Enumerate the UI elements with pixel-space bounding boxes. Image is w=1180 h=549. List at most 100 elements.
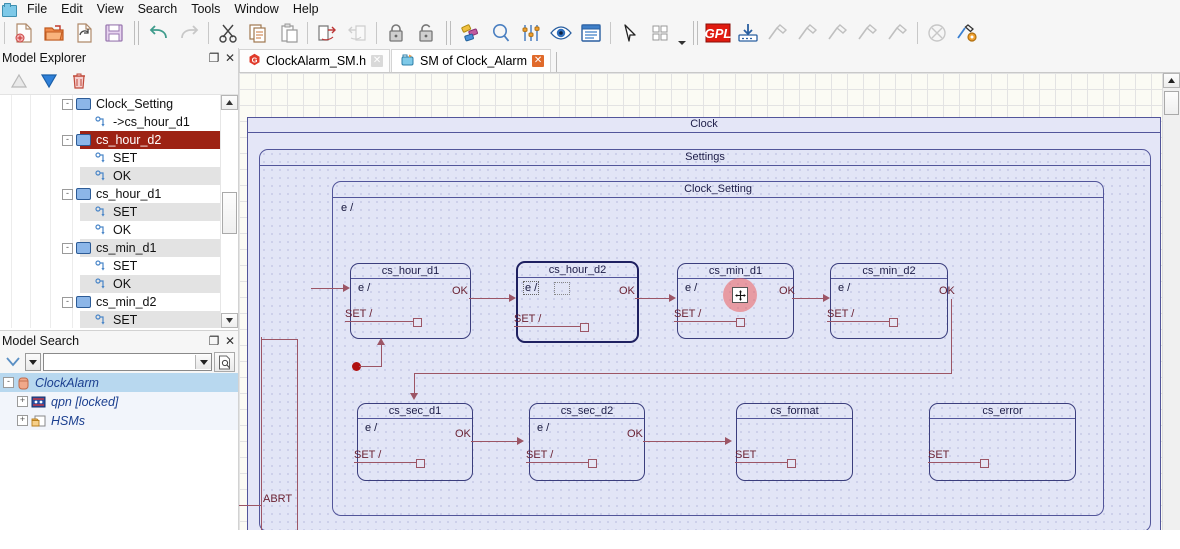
transition-line[interactable] [311, 288, 345, 289]
model-search-restore-button[interactable]: ❐ [206, 333, 222, 349]
lock-icon[interactable] [381, 19, 411, 47]
tree-item-cs_min_d1[interactable]: - cs_min_d1 [0, 239, 238, 257]
dropdown-arrow-icon[interactable] [25, 353, 41, 371]
tab-sm-of-clock-alarm[interactable]: SM of Clock_Alarm ✕ [391, 49, 552, 72]
build-hammer-3-icon[interactable] [823, 19, 853, 47]
undo-icon[interactable] [144, 19, 174, 47]
model-explorer-tree[interactable]: - Clock_Setting ->cs_hour_d1 - cs_hour_d2 SET… [0, 95, 238, 328]
tree-expander[interactable]: - [62, 242, 73, 254]
model-search-results[interactable]: - ClockAlarm + qpn [locked] + HSMs [0, 373, 238, 549]
grid-dropdown-icon[interactable] [645, 19, 675, 47]
diagram-canvas[interactable]: Clock Settings Clock_Setting e / cs_hour… [239, 73, 1163, 530]
tree-item-cs_min_d2[interactable]: - cs_min_d2 [0, 293, 238, 311]
canvas-vertical-scrollbar[interactable] [1162, 73, 1180, 530]
menu-window[interactable]: Window [227, 1, 285, 18]
transition-line[interactable] [414, 373, 952, 374]
transition-line[interactable] [359, 366, 381, 367]
explorer-scrollbar[interactable] [220, 95, 238, 328]
state-cs_sec_d2[interactable]: cs_sec_d2 e / SET / [526, 403, 645, 481]
model-explorer-close-button[interactable]: ✕ [222, 50, 238, 66]
state-cs_sec_d1[interactable]: cs_sec_d1 e / SET / [354, 403, 473, 481]
model-search-close-button[interactable]: ✕ [222, 333, 238, 349]
build-hammer-1-icon[interactable] [763, 19, 793, 47]
search-result-hsms[interactable]: + HSMs [0, 411, 238, 430]
tab-close-button[interactable]: ✕ [371, 55, 384, 67]
canvas-scroll-up-button[interactable] [1163, 73, 1180, 88]
delete-icon[interactable] [64, 69, 94, 93]
reload-file-icon[interactable] [69, 19, 99, 47]
search-result-qpn--locked-[interactable]: + qpn [locked] [0, 392, 238, 411]
tree-item-set[interactable]: SET [0, 149, 238, 167]
state-cs_min_d2[interactable]: cs_min_d2 e / SET / [827, 263, 948, 339]
tree-item-cs_hour_d2[interactable]: - cs_hour_d2 [0, 131, 238, 149]
transition-line[interactable] [951, 299, 952, 373]
document-view-icon[interactable] [576, 19, 606, 47]
menu-tools[interactable]: Tools [184, 1, 227, 18]
tree-item-ok[interactable]: OK [0, 275, 238, 293]
colors-icon[interactable] [456, 19, 486, 47]
tree-expander[interactable]: - [3, 377, 14, 388]
tree-item---cs_hour_d1[interactable]: ->cs_hour_d1 [0, 113, 238, 131]
build-hammer-5-icon[interactable] [883, 19, 913, 47]
action-endpoint[interactable] [736, 318, 745, 327]
edge-line[interactable] [239, 505, 261, 506]
action-endpoint[interactable] [588, 459, 597, 468]
action-endpoint[interactable] [413, 318, 422, 327]
edge-line[interactable] [261, 339, 297, 340]
edge-line[interactable] [297, 339, 298, 530]
paste-icon[interactable] [273, 19, 303, 47]
settings-sliders-icon[interactable] [516, 19, 546, 47]
transition-line[interactable] [471, 441, 519, 442]
unlock-icon[interactable] [411, 19, 441, 47]
tree-item-set[interactable]: SET [0, 257, 238, 275]
build-settings-icon[interactable] [952, 19, 982, 47]
tree-item-set[interactable]: SET [0, 311, 238, 328]
search-input[interactable] [44, 354, 195, 370]
menu-view[interactable]: View [90, 1, 131, 18]
tree-expander[interactable]: + [17, 415, 28, 426]
pointer-icon[interactable] [615, 19, 645, 47]
action-endpoint[interactable] [980, 459, 989, 468]
find-document-icon[interactable] [214, 352, 235, 372]
redo-icon[interactable] [174, 19, 204, 47]
scroll-thumb[interactable] [222, 192, 237, 234]
tree-expander[interactable]: - [62, 188, 73, 200]
transition-line[interactable] [469, 298, 511, 299]
import-icon[interactable] [342, 19, 372, 47]
menu-help[interactable]: Help [286, 1, 326, 18]
tree-item-set[interactable]: SET [0, 203, 238, 221]
search-result-clockalarm[interactable]: - ClockAlarm [0, 373, 238, 392]
tree-item-clock_setting[interactable]: - Clock_Setting [0, 95, 238, 113]
grid-dropdown-caret-icon[interactable] [675, 17, 688, 50]
search-combo-arrow-icon[interactable] [195, 355, 211, 369]
build-hammer-4-icon[interactable] [853, 19, 883, 47]
menu-file[interactable]: File [20, 1, 54, 18]
canvas-scroll-thumb[interactable] [1164, 91, 1179, 115]
export-icon[interactable] [312, 19, 342, 47]
gpl-icon[interactable]: GPL [703, 19, 733, 47]
download-icon[interactable] [733, 19, 763, 47]
cut-icon[interactable] [213, 19, 243, 47]
move-up-icon[interactable] [4, 69, 34, 93]
move-down-icon[interactable] [34, 69, 64, 93]
transition-line[interactable] [643, 441, 727, 442]
save-icon[interactable] [99, 19, 129, 47]
scroll-down-button[interactable] [221, 313, 238, 328]
tree-expander[interactable]: - [62, 98, 73, 110]
tab-clockalarm-sm-h[interactable]: G ClockAlarm_SM.h ✕ [239, 49, 391, 72]
action-endpoint[interactable] [889, 318, 898, 327]
tree-item-cs_hour_d1[interactable]: - cs_hour_d1 [0, 185, 238, 203]
transition-line[interactable] [635, 298, 671, 299]
zoom-icon[interactable] [486, 19, 516, 47]
scroll-up-button[interactable] [221, 95, 238, 110]
transition-line[interactable] [381, 345, 382, 367]
menu-edit[interactable]: Edit [54, 1, 90, 18]
open-folder-icon[interactable] [39, 19, 69, 47]
transition-line[interactable] [414, 373, 415, 395]
action-endpoint[interactable] [580, 323, 589, 332]
edge-line[interactable] [261, 337, 262, 530]
tree-expander[interactable]: - [62, 134, 73, 146]
action-endpoint[interactable] [416, 459, 425, 468]
tab-close-button[interactable]: ✕ [532, 55, 545, 67]
state-cs_error[interactable]: cs_error SET [928, 403, 1076, 481]
